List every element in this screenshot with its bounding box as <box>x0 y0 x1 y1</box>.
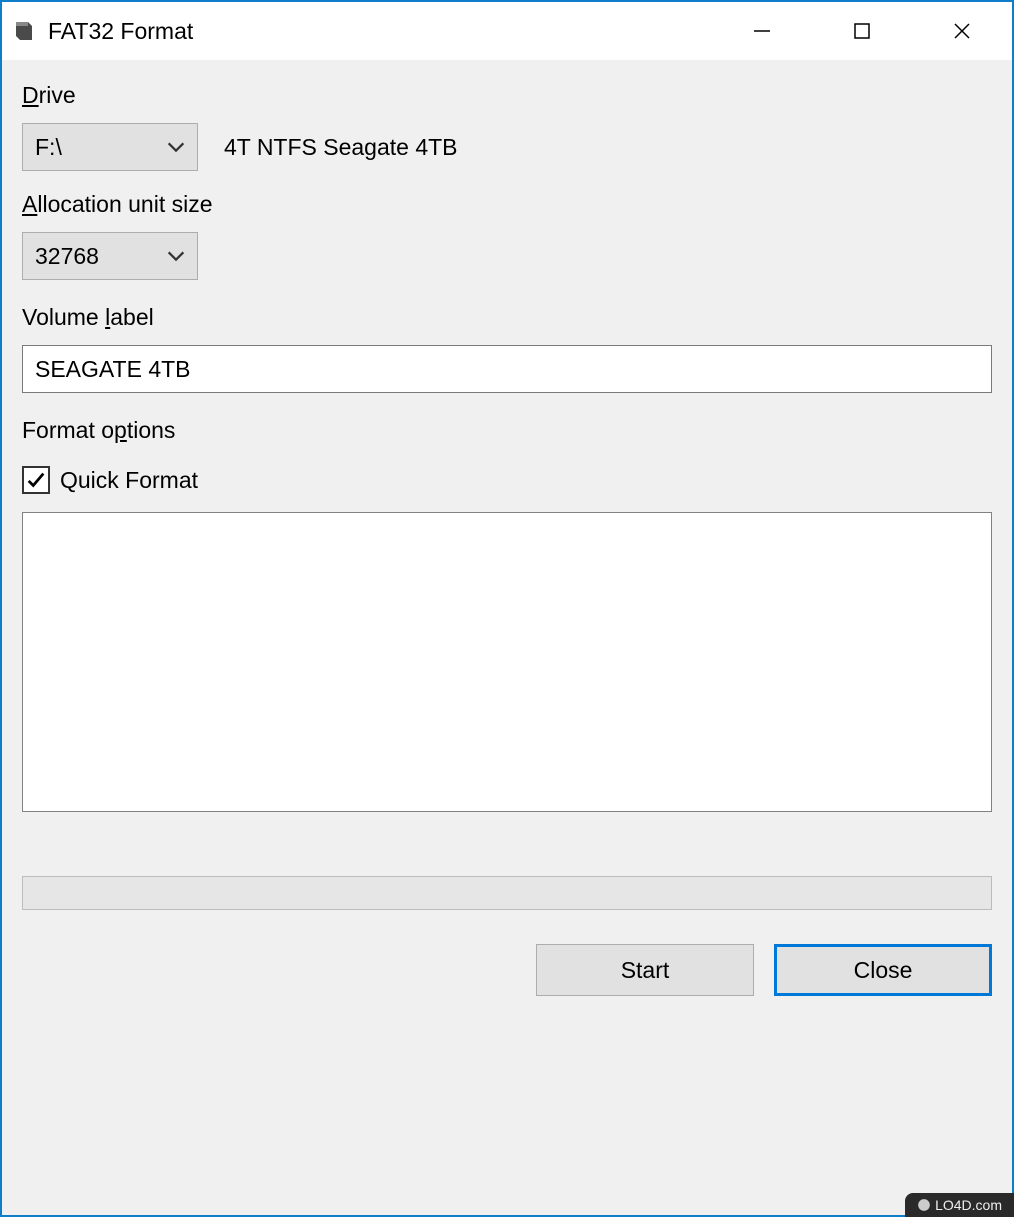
quick-format-label: Quick Format <box>60 467 198 494</box>
watermark-badge: LO4D.com <box>905 1193 1014 1217</box>
progress-bar <box>22 876 992 910</box>
window-controls <box>712 2 1012 60</box>
allocation-label: Allocation unit size <box>22 191 992 218</box>
minimize-button[interactable] <box>712 2 812 60</box>
titlebar: FAT32 Format <box>2 2 1012 60</box>
allocation-select[interactable]: 32768 <box>22 232 198 280</box>
window-title: FAT32 Format <box>48 18 712 45</box>
drive-select[interactable]: F:\ <box>22 123 198 171</box>
button-row: Start Close <box>22 944 992 996</box>
close-button[interactable]: Close <box>774 944 992 996</box>
content-area: Drive F:\ 4T NTFS Seagate 4TB Allocation… <box>2 60 1012 1215</box>
volume-label: Volume label <box>22 304 992 331</box>
checkbox-box <box>22 466 50 494</box>
drive-label: Drive <box>22 82 992 109</box>
quick-format-checkbox[interactable]: Quick Format <box>22 466 992 494</box>
drive-description: 4T NTFS Seagate 4TB <box>224 134 458 161</box>
app-icon <box>12 19 36 43</box>
drive-row: F:\ 4T NTFS Seagate 4TB <box>22 123 992 171</box>
allocation-selected-value: 32768 <box>35 243 99 270</box>
output-textarea[interactable] <box>22 512 992 812</box>
check-icon <box>25 469 47 491</box>
format-options-label: Format options <box>22 417 992 444</box>
start-button[interactable]: Start <box>536 944 754 996</box>
chevron-down-icon <box>165 245 187 267</box>
watermark-icon <box>917 1198 931 1212</box>
drive-selected-value: F:\ <box>35 134 62 161</box>
volume-label-input[interactable] <box>22 345 992 393</box>
chevron-down-icon <box>165 136 187 158</box>
app-window: FAT32 Format Drive F:\ 4T NTFS Seagate 4… <box>0 0 1014 1217</box>
maximize-button[interactable] <box>812 2 912 60</box>
close-window-button[interactable] <box>912 2 1012 60</box>
